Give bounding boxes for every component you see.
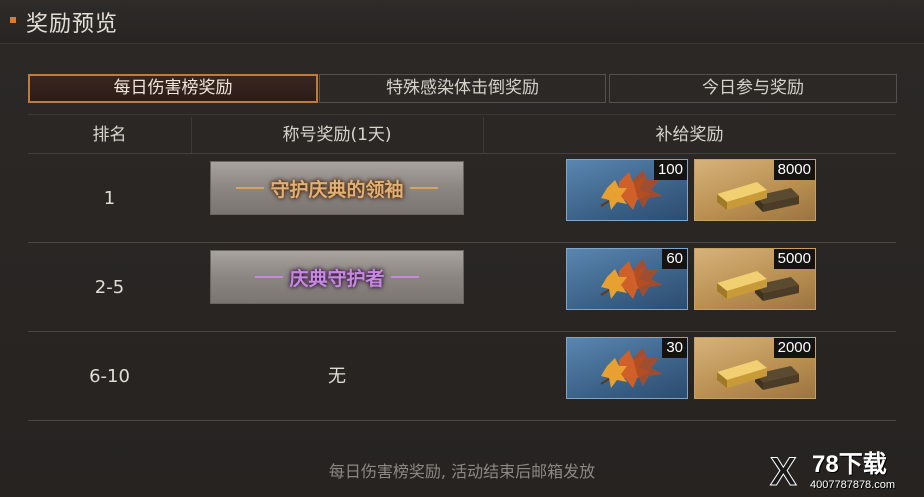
title-marker-icon: [10, 17, 16, 23]
page-title: 奖励预览: [26, 12, 119, 37]
tab-daily-participation[interactable]: 今日参与奖励: [609, 74, 897, 103]
tab-special-knockdown[interactable]: 特殊感染体击倒奖励: [319, 74, 606, 103]
maple-leaf-item[interactable]: 30: [566, 337, 688, 399]
title-text: 庆典守护者: [289, 268, 385, 290]
title-none: 无: [328, 366, 346, 387]
item-quantity: 30: [662, 338, 687, 358]
table-row: 6-10 无 30 2000: [28, 333, 896, 421]
gold-bar-item[interactable]: 2000: [694, 337, 816, 399]
watermark-logo: X 78下载 4007787878.com: [770, 450, 920, 495]
item-quantity: 2000: [773, 338, 815, 358]
watermark-brand: 78下载: [812, 451, 887, 478]
title-plate[interactable]: 庆典守护者: [210, 250, 464, 304]
watermark-x-icon: X: [770, 450, 798, 495]
tab-daily-damage[interactable]: 每日伤害榜奖励: [28, 74, 318, 103]
table-row: 1 守护庆典的领袖 100 8000: [28, 155, 896, 243]
item-quantity: 8000: [773, 160, 815, 180]
title-plate[interactable]: 守护庆典的领袖: [210, 161, 464, 215]
item-quantity: 100: [653, 160, 687, 180]
plate-line-left: [255, 275, 284, 278]
maple-leaf-item[interactable]: 60: [566, 248, 688, 310]
table-header: 排名 称号奖励(1天) 补给奖励: [28, 114, 896, 154]
gold-bar-item[interactable]: 5000: [694, 248, 816, 310]
title-text: 守护庆典的领袖: [270, 179, 404, 201]
item-quantity: 60: [662, 249, 687, 269]
plate-line-left: [236, 186, 265, 189]
rank-cell: 2-5: [94, 277, 125, 298]
header-supply: 补给奖励: [655, 125, 724, 145]
maple-leaf-item[interactable]: 100: [566, 159, 688, 221]
gold-bar-item[interactable]: 8000: [694, 159, 816, 221]
table-row: 2-5 庆典守护者 60 5000: [28, 244, 896, 332]
rank-cell: 6-10: [89, 366, 130, 387]
header-title: 称号奖励(1天): [282, 125, 392, 145]
plate-line-right: [409, 186, 438, 189]
watermark-url: 4007787878.com: [810, 479, 896, 491]
title-bar: 奖励预览: [0, 0, 924, 44]
rank-cell: 1: [103, 188, 116, 209]
item-quantity: 5000: [773, 249, 815, 269]
plate-line-right: [390, 275, 419, 278]
header-rank: 排名: [92, 125, 127, 145]
